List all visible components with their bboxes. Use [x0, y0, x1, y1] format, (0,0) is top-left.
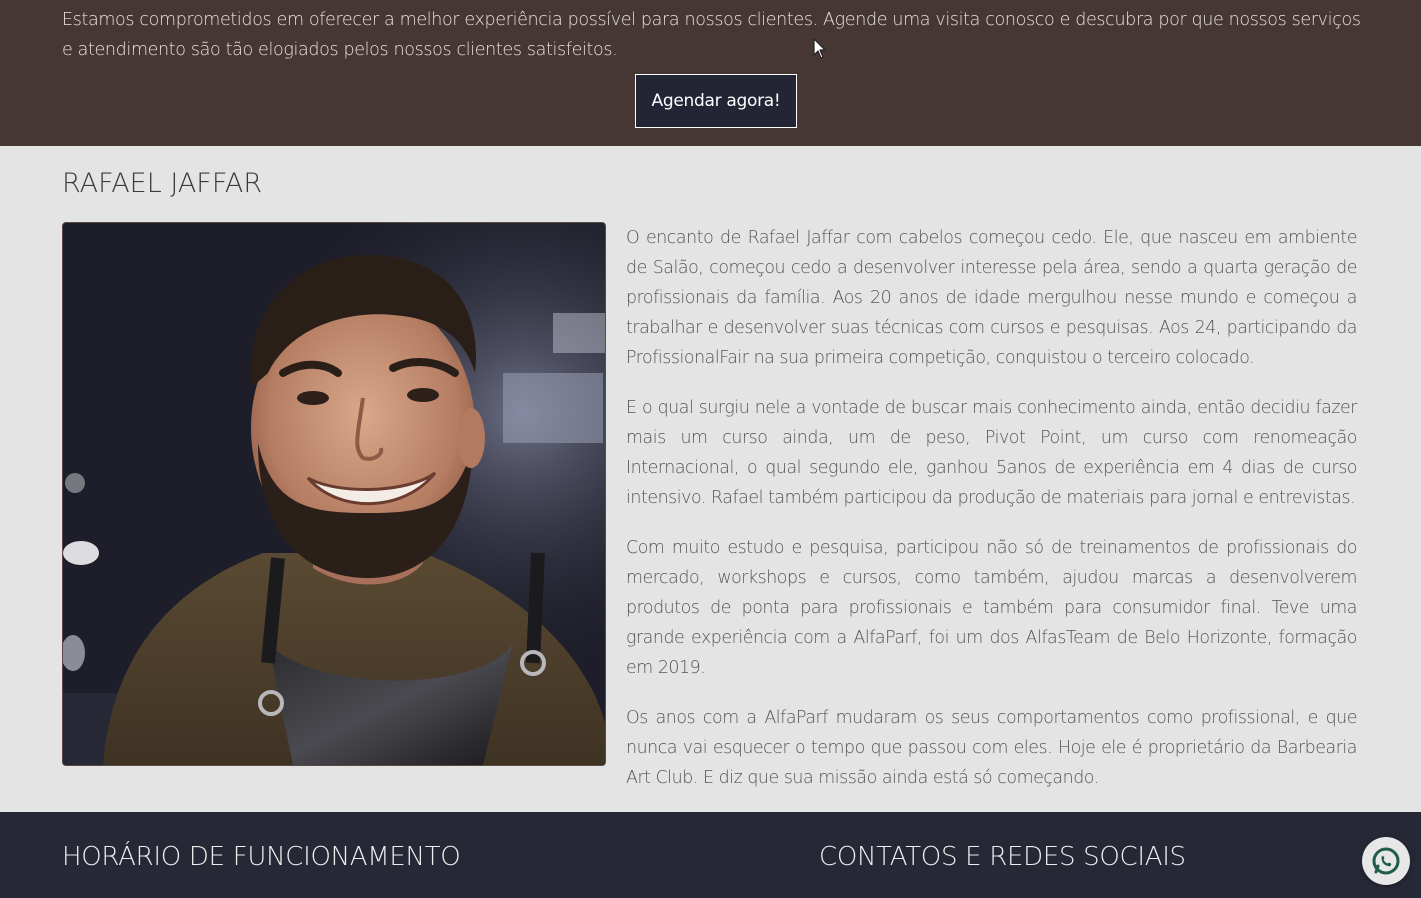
profile-photo	[62, 222, 606, 766]
profile-photo-illustration	[63, 223, 605, 765]
profile-title: RAFAEL JAFFAR	[62, 168, 263, 199]
opening-hours-heading: HORÁRIO DE FUNCIONAMENTO	[62, 842, 461, 872]
contacts-heading: CONTATOS E REDES SOCIAIS	[819, 842, 1186, 872]
cta-section: Estamos comprometidos em oferecer a melh…	[0, 0, 1421, 146]
bio-paragraph: Com muito estudo e pesquisa, participou …	[626, 538, 1357, 678]
profile-section: RAFAEL JAFFAR O encanto de Rafael Jaffar…	[0, 146, 1421, 812]
whatsapp-icon	[1372, 847, 1400, 875]
footer: HORÁRIO DE FUNCIONAMENTO CONTATOS E REDE…	[0, 812, 1421, 898]
mouse-pointer-icon	[813, 38, 826, 59]
schedule-now-button[interactable]: Agendar agora!	[635, 74, 797, 128]
cta-text: Estamos comprometidos em oferecer a melh…	[62, 10, 1361, 60]
profile-bio: O encanto de Rafael Jaffar com cabelos c…	[626, 223, 1357, 813]
bio-paragraph: O encanto de Rafael Jaffar com cabelos c…	[626, 228, 1357, 368]
whatsapp-button[interactable]	[1362, 837, 1410, 885]
bio-paragraph: Os anos com a AlfaParf mudaram os seus c…	[626, 708, 1357, 788]
page: Estamos comprometidos em oferecer a melh…	[0, 0, 1421, 898]
bio-paragraph: E o qual surgiu nele a vontade de buscar…	[626, 398, 1357, 508]
